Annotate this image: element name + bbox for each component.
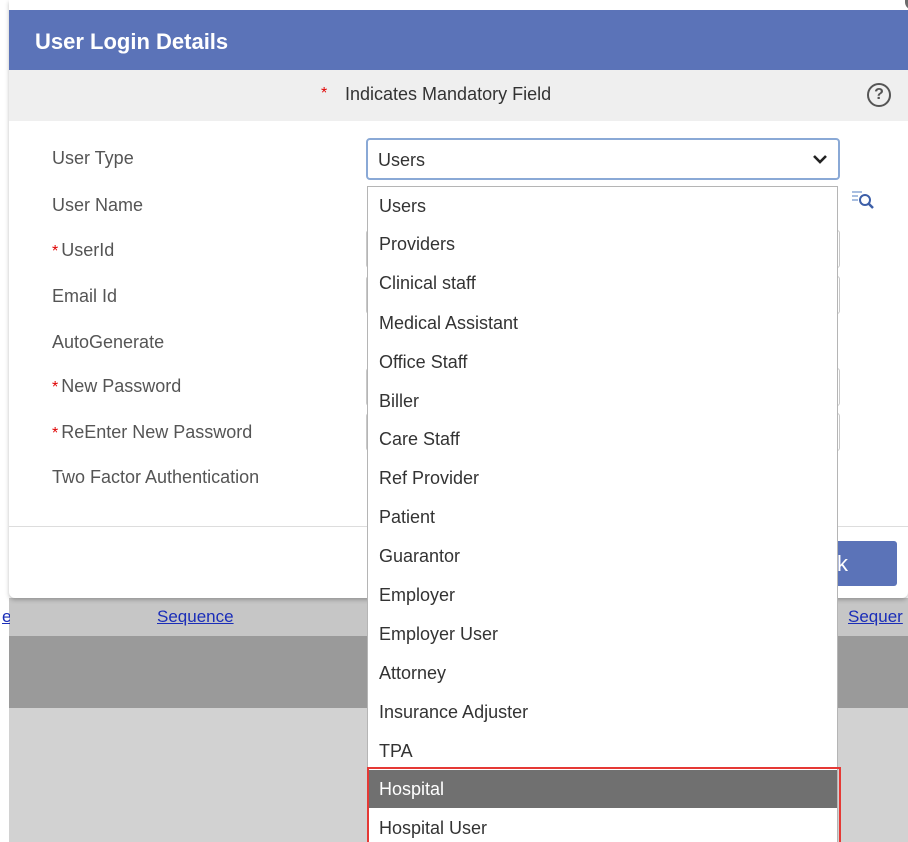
dropdown-option-biller[interactable]: Biller [368,382,837,420]
required-star: * [52,379,59,396]
user-id-label: * UserId [52,240,115,260]
two-factor-label: Two Factor Authentication [52,467,260,487]
email-id-label: Email Id [52,286,118,306]
dropdown-option-users[interactable]: Users [368,187,837,225]
dropdown-option-care-staff[interactable]: Care Staff [368,420,837,458]
new-password-label: * New Password [52,376,182,396]
reenter-password-label: * ReEnter New Password [52,422,253,442]
dropdown-option-medical-assistant[interactable]: Medical Assistant [368,304,837,342]
dropdown-option-employer-user[interactable]: Employer User [368,615,837,653]
help-icon[interactable]: ? [867,83,891,107]
user-name-label: User Name [52,195,144,215]
user-type-select[interactable]: Users [366,138,840,180]
modal-title: User Login Details [35,29,229,54]
dropdown-option-employer[interactable]: Employer [368,576,837,614]
dropdown-option-insurance-adjuster[interactable]: Insurance Adjuster [368,693,837,731]
dropdown-option-tpa[interactable]: TPA [368,732,837,770]
search-icon[interactable] [851,188,875,212]
dropdown-option-clinical-staff[interactable]: Clinical staff [368,264,837,302]
mandatory-info-bar: * Indicates Mandatory Field ? [9,70,908,121]
background-link-left[interactable]: e [2,607,10,627]
highlight-annotation-box [367,767,841,842]
dropdown-option-attorney[interactable]: Attorney [368,654,837,692]
user-type-label: User Type [52,148,134,168]
required-star: * [52,425,59,442]
background-link-sequence-right[interactable]: Sequer [848,607,903,627]
dropdown-option-guarantor[interactable]: Guarantor [368,537,837,575]
user-type-dropdown-list: Users Providers Clinical staff Medical A… [367,186,838,842]
user-type-selected-value: Users [378,150,426,170]
chevron-down-icon [813,155,827,164]
dropdown-option-ref-provider[interactable]: Ref Provider [368,459,837,497]
required-star: * [52,243,59,260]
dropdown-option-patient[interactable]: Patient [368,498,837,536]
dropdown-option-providers[interactable]: Providers [368,225,837,263]
dropdown-option-office-staff[interactable]: Office Staff [368,343,837,381]
mandatory-star: * [321,85,328,102]
mandatory-note: Indicates Mandatory Field [345,84,552,104]
modal-header: User Login Details [9,10,908,70]
background-link-sequence[interactable]: Sequence [157,607,234,627]
auto-generate-label: AutoGenerate [52,332,165,352]
